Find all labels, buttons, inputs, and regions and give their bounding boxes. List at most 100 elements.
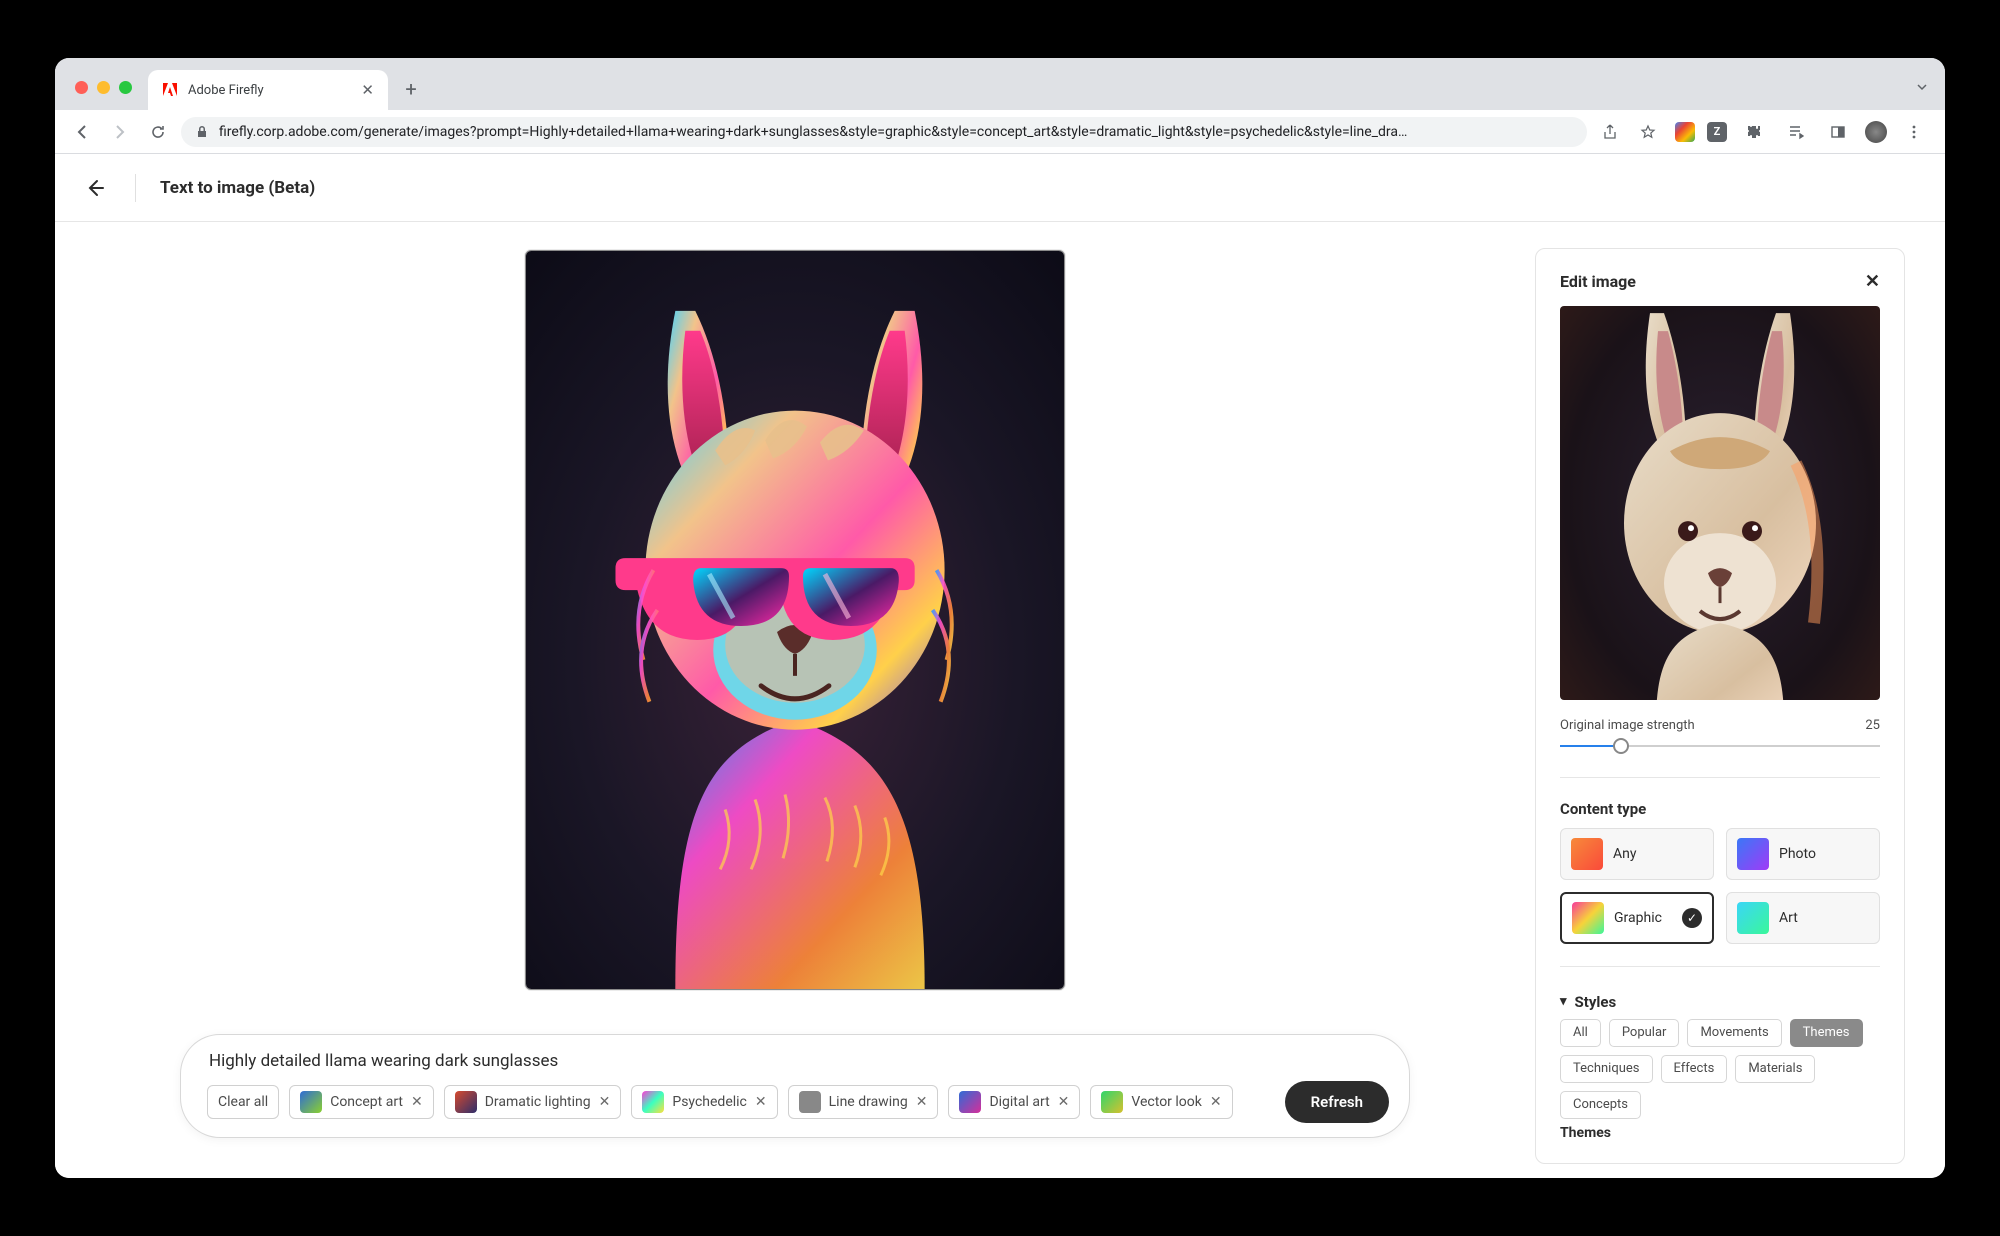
close-tab-icon[interactable]: ✕ <box>361 81 374 99</box>
app-back-button[interactable] <box>79 177 111 199</box>
style-chip-label: Concept art <box>330 1094 403 1110</box>
style-chip-row: Clear all Concept art ✕ Dramatic lightin… <box>207 1085 1273 1119</box>
style-category-popular[interactable]: Popular <box>1609 1019 1680 1047</box>
style-chip[interactable]: Digital art ✕ <box>948 1085 1080 1119</box>
content-type-thumb-icon <box>1737 902 1769 934</box>
refresh-label: Refresh <box>1311 1093 1363 1111</box>
content-type-thumb-icon <box>1572 902 1604 934</box>
content-type-thumb-icon <box>1737 838 1769 870</box>
refresh-button[interactable]: Refresh <box>1285 1081 1389 1123</box>
style-category-effects[interactable]: Effects <box>1661 1055 1728 1083</box>
browser-window: Adobe Firefly ✕ + firefly.corp.adobe.com… <box>55 58 1945 1178</box>
content-type-label: Art <box>1779 910 1798 926</box>
style-thumb-icon <box>642 1091 664 1113</box>
style-category-all[interactable]: All <box>1560 1019 1601 1047</box>
remove-chip-icon[interactable]: ✕ <box>1058 1094 1070 1110</box>
edit-image-panel: Edit image ✕ <box>1535 248 1905 1164</box>
remove-chip-icon[interactable]: ✕ <box>916 1094 928 1110</box>
browser-toolbar: firefly.corp.adobe.com/generate/images?p… <box>55 110 1945 154</box>
adobe-favicon <box>162 82 178 98</box>
generated-image[interactable] <box>525 250 1065 990</box>
extensions-area: Z <box>1671 117 1933 147</box>
clear-all-button[interactable]: Clear all <box>207 1085 279 1119</box>
remove-chip-icon[interactable]: ✕ <box>411 1094 423 1110</box>
reference-image[interactable] <box>1560 306 1880 700</box>
minimize-window-icon[interactable] <box>97 81 110 94</box>
slider-thumb[interactable] <box>1613 738 1629 754</box>
style-chip-label: Line drawing <box>829 1094 908 1110</box>
extension-icon[interactable]: Z <box>1707 122 1727 142</box>
lock-icon <box>195 125 209 139</box>
content-type-art[interactable]: Art <box>1726 892 1880 944</box>
style-category-row: All Popular Movements Themes Techniques … <box>1560 1019 1880 1119</box>
divider <box>1560 966 1880 967</box>
address-bar[interactable]: firefly.corp.adobe.com/generate/images?p… <box>181 117 1587 147</box>
style-chip[interactable]: Dramatic lighting ✕ <box>444 1085 622 1119</box>
fullscreen-window-icon[interactable] <box>119 81 132 94</box>
forward-icon[interactable] <box>105 117 135 147</box>
style-thumb-icon <box>455 1091 477 1113</box>
bookmark-icon[interactable] <box>1633 117 1663 147</box>
divider <box>135 174 136 202</box>
content-type-label: Photo <box>1779 846 1816 862</box>
style-category-techniques[interactable]: Techniques <box>1560 1055 1653 1083</box>
check-icon: ✓ <box>1682 908 1702 928</box>
window-controls <box>67 81 142 110</box>
style-thumb-icon <box>300 1091 322 1113</box>
browser-tab[interactable]: Adobe Firefly ✕ <box>148 70 388 110</box>
new-tab-button[interactable]: + <box>396 74 426 104</box>
tab-title: Adobe Firefly <box>188 83 351 98</box>
profile-avatar[interactable] <box>1865 121 1887 143</box>
remove-chip-icon[interactable]: ✕ <box>755 1094 767 1110</box>
browser-tab-strip: Adobe Firefly ✕ + <box>55 58 1945 110</box>
style-chip[interactable]: Vector look ✕ <box>1090 1085 1232 1119</box>
styles-toggle[interactable]: ▾ Styles <box>1560 993 1880 1011</box>
style-chip-label: Vector look <box>1131 1094 1201 1110</box>
close-window-icon[interactable] <box>75 81 88 94</box>
style-chip-label: Digital art <box>989 1094 1049 1110</box>
content-type-label: Graphic <box>1614 910 1662 926</box>
content-type-any[interactable]: Any <box>1560 828 1714 880</box>
content-type-graphic[interactable]: Graphic ✓ <box>1560 892 1714 944</box>
tabs-dropdown-icon[interactable] <box>1915 79 1929 98</box>
puzzle-icon[interactable] <box>1739 117 1769 147</box>
share-icon[interactable] <box>1595 117 1625 147</box>
panel-title: Edit image <box>1560 272 1636 291</box>
prompt-input[interactable]: Highly detailed llama wearing dark sungl… <box>207 1049 1389 1081</box>
style-thumb-icon <box>959 1091 981 1113</box>
content-type-title: Content type <box>1560 800 1880 818</box>
app-header: Text to image (Beta) <box>55 154 1945 222</box>
prompt-bar: Highly detailed llama wearing dark sungl… <box>180 1034 1410 1138</box>
styles-section-label: Themes <box>1560 1125 1880 1141</box>
style-category-themes[interactable]: Themes <box>1790 1019 1863 1047</box>
extension-icon[interactable] <box>1675 122 1695 142</box>
style-chip[interactable]: Concept art ✕ <box>289 1085 434 1119</box>
content-type-label: Any <box>1613 846 1637 862</box>
style-chip-label: Psychedelic <box>672 1094 747 1110</box>
close-panel-icon[interactable]: ✕ <box>1865 271 1880 292</box>
strength-slider[interactable] <box>1560 745 1880 747</box>
content-type-photo[interactable]: Photo <box>1726 828 1880 880</box>
content-type-thumb-icon <box>1571 838 1603 870</box>
style-chip[interactable]: Psychedelic ✕ <box>631 1085 777 1119</box>
slider-label: Original image strength <box>1560 718 1695 733</box>
style-category-materials[interactable]: Materials <box>1735 1055 1815 1083</box>
styles-title: Styles <box>1575 993 1617 1011</box>
style-thumb-icon <box>799 1091 821 1113</box>
remove-chip-icon[interactable]: ✕ <box>599 1094 611 1110</box>
url-text: firefly.corp.adobe.com/generate/images?p… <box>219 124 1573 140</box>
chevron-down-icon: ▾ <box>1560 994 1567 1009</box>
style-chip[interactable]: Line drawing ✕ <box>788 1085 939 1119</box>
playlist-icon[interactable] <box>1781 117 1811 147</box>
remove-chip-icon[interactable]: ✕ <box>1210 1094 1222 1110</box>
main-area: Highly detailed llama wearing dark sungl… <box>55 222 1535 1178</box>
back-icon[interactable] <box>67 117 97 147</box>
divider <box>1560 777 1880 778</box>
page-title: Text to image (Beta) <box>160 178 315 198</box>
reload-icon[interactable] <box>143 117 173 147</box>
panel-icon[interactable] <box>1823 117 1853 147</box>
kebab-menu-icon[interactable] <box>1899 117 1929 147</box>
clear-all-label: Clear all <box>218 1094 268 1110</box>
style-category-movements[interactable]: Movements <box>1687 1019 1781 1047</box>
style-category-concepts[interactable]: Concepts <box>1560 1091 1641 1119</box>
